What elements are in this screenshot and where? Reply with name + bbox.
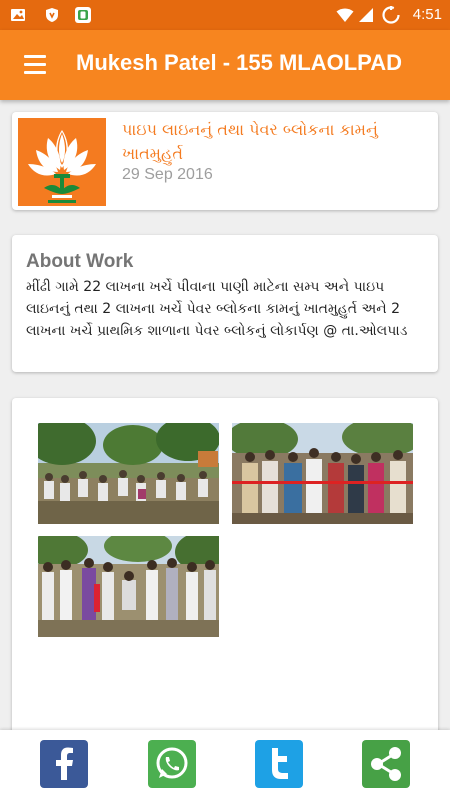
news-date: 29 Sep 2016 — [122, 166, 213, 183]
signal-icon — [359, 8, 373, 22]
facebook-share-button[interactable] — [40, 740, 88, 788]
image-icon — [11, 9, 25, 21]
bjp-lotus-logo — [18, 118, 106, 206]
wifi-icon — [336, 8, 354, 22]
share-icon — [371, 747, 401, 781]
photo-gallery — [12, 398, 438, 738]
facebook-icon — [56, 747, 73, 780]
twitter-icon — [272, 748, 288, 779]
about-work-card: About Work મીંઢી ગામે 22 લાખના ખર્ચે પીવ… — [12, 235, 438, 372]
about-heading: About Work — [26, 251, 134, 272]
app-title: Mukesh Patel - 155 MLAOLPAD — [76, 50, 402, 75]
whatsapp-share-button[interactable] — [148, 740, 196, 788]
photo-groundbreaking-ceremony[interactable] — [38, 536, 219, 637]
phone-app-icon — [75, 7, 91, 23]
app-bar: Mukesh Patel - 155 MLAOLPAD — [0, 30, 450, 100]
photo-ribbon-cutting[interactable] — [232, 423, 413, 524]
news-title: પાઇપ લાઇનનું તથા પેવર બ્લોકના કામનું ખાત… — [122, 120, 378, 163]
about-description: મીંઢી ગામે 22 લાખના ખર્ચે પીવાના પાણી મા… — [26, 279, 408, 339]
battery-icon — [382, 6, 400, 24]
generic-share-button[interactable] — [362, 740, 410, 788]
hamburger-menu-icon[interactable] — [14, 52, 56, 80]
share-bar — [0, 730, 450, 800]
shield-icon — [46, 8, 58, 22]
twitter-share-button[interactable] — [255, 740, 303, 788]
clock-time: 4:51 — [412, 6, 442, 23]
whatsapp-icon — [156, 747, 188, 779]
news-card[interactable]: પાઇપ લાઇનનું તથા પેવર બ્લોકના કામનું ખાત… — [12, 112, 438, 210]
photo-gathering-under-trees[interactable] — [38, 423, 219, 524]
status-bar: 4:51 — [0, 0, 450, 30]
